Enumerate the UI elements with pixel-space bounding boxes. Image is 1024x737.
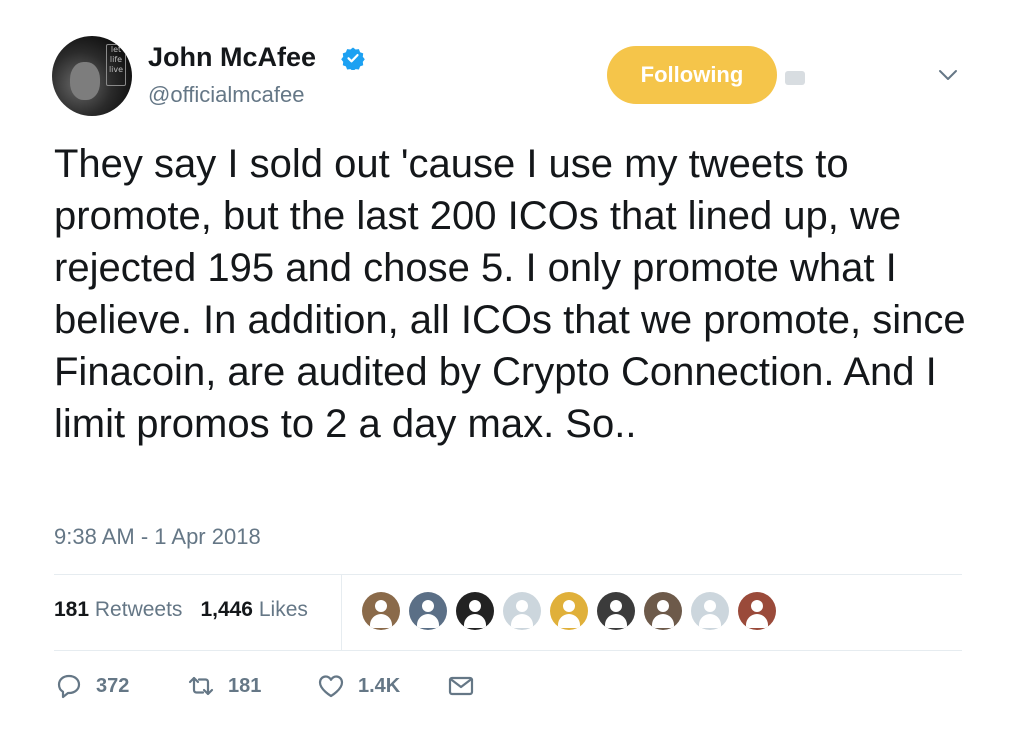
retweets-count: 181 — [54, 598, 90, 621]
retweet-icon — [188, 676, 214, 696]
tweet-actions: 372 181 1.4K — [54, 668, 754, 704]
like-button[interactable]: 1.4K — [316, 668, 400, 704]
stats-divider — [341, 574, 342, 650]
author-avatar[interactable]: let life live — [52, 36, 132, 116]
liker-avatar[interactable] — [362, 592, 400, 630]
divider — [54, 574, 962, 575]
heart-icon — [318, 675, 344, 698]
tweet-timestamp[interactable]: 9:38 AM - 1 Apr 2018 — [54, 524, 261, 550]
avatar-sign: let life live — [106, 44, 126, 86]
liker-avatar[interactable] — [597, 592, 635, 630]
retweets-label: Retweets — [94, 598, 183, 621]
liker-avatar[interactable] — [550, 592, 588, 630]
following-button[interactable]: Following — [607, 46, 777, 104]
avatar-sign-line: live — [108, 65, 124, 74]
envelope-icon — [448, 676, 474, 696]
liker-avatar[interactable] — [644, 592, 682, 630]
reply-button[interactable]: 372 — [54, 668, 129, 704]
divider — [54, 650, 962, 651]
verified-badge-icon — [341, 47, 365, 70]
chevron-down-icon[interactable] — [937, 64, 959, 86]
author-handle[interactable]: @officialmcafee — [148, 82, 304, 108]
avatar-sign-line: let — [110, 45, 122, 54]
avatar-sign-line: life — [109, 55, 123, 64]
reply-count: 372 — [96, 674, 130, 697]
tweet-text: They say I sold out 'cause I use my twee… — [54, 142, 966, 446]
retweet-count: 181 — [228, 674, 262, 697]
liker-avatar[interactable] — [409, 592, 447, 630]
tweet-header: let life live John McAfee @officialmcafe… — [52, 36, 972, 118]
likes-count: 1,446 — [200, 598, 253, 621]
liker-avatar[interactable] — [738, 592, 776, 630]
liker-avatar[interactable] — [456, 592, 494, 630]
default-avatar-icon[interactable] — [691, 592, 729, 630]
likes-stat[interactable]: 1,446 Likes — [200, 598, 307, 621]
author-name[interactable]: John McAfee — [148, 42, 316, 73]
likes-label: Likes — [258, 598, 308, 621]
like-count: 1.4K — [358, 674, 401, 697]
reply-icon — [57, 674, 81, 699]
bot-icon — [785, 71, 805, 85]
tweet-stats: 181 Retweets 1,446 Likes — [54, 598, 308, 622]
default-avatar-icon[interactable] — [503, 592, 541, 630]
retweet-button[interactable]: 181 — [186, 668, 261, 704]
retweets-stat[interactable]: 181 Retweets — [54, 598, 182, 621]
avatar-face — [70, 62, 100, 100]
direct-message-button[interactable] — [446, 668, 476, 704]
